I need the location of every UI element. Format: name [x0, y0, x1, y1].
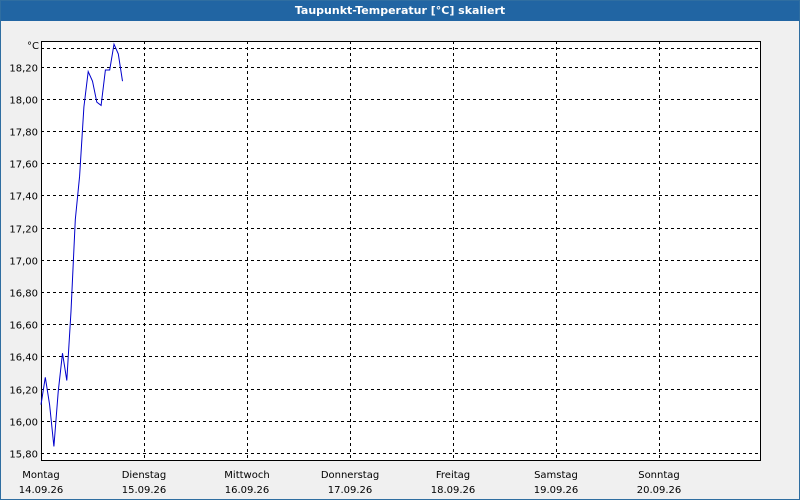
x-tick-date: 18.09.26: [431, 485, 476, 496]
y-tick-label: 18,20: [9, 64, 38, 75]
y-tick-label: 16,20: [9, 386, 38, 397]
chart-canvas: 15,80 16,00 16,20 16,40 16,60 16,80 17,00 17,20…: [9, 41, 761, 496]
chart-window: Taupunkt-Temperatur [°C] skaliert 15,80 1…: [0, 0, 800, 500]
x-tick-weekday: Dienstag: [122, 470, 167, 481]
y-unit-label: °C: [27, 41, 39, 52]
x-tick-date: 16.09.26: [225, 485, 270, 496]
x-tick-date: 19.09.26: [534, 485, 579, 496]
x-tick-date: 20.09.26: [637, 485, 682, 496]
y-tick-label: 17,80: [9, 128, 38, 139]
x-tick-weekday: Freitag: [436, 470, 470, 481]
x-tick-date: 15.09.26: [122, 485, 167, 496]
y-tick-label: 16,60: [9, 321, 38, 332]
y-tick-label: 16,00: [9, 418, 38, 429]
x-tick-date: 14.09.26: [19, 485, 64, 496]
x-tick-weekday: Sonntag: [638, 470, 680, 481]
x-tick-date: 17.09.26: [328, 485, 373, 496]
x-tick-weekday: Donnerstag: [321, 470, 379, 481]
y-tick-label: 16,80: [9, 289, 38, 300]
y-tick-label: 17,60: [9, 160, 38, 171]
x-tick-weekday: Samstag: [534, 470, 578, 481]
y-tick-label: 17,20: [9, 225, 38, 236]
y-tick-label: 16,40: [9, 353, 38, 364]
y-tick-label: 15,80: [9, 450, 38, 461]
y-tick-label: 18,00: [9, 96, 38, 107]
plot-area: [41, 41, 761, 461]
y-tick-label: 17,40: [9, 192, 38, 203]
y-tick-label: 17,00: [9, 257, 38, 268]
x-tick-weekday: Mittwoch: [224, 470, 269, 481]
x-tick-weekday: Montag: [22, 470, 59, 481]
